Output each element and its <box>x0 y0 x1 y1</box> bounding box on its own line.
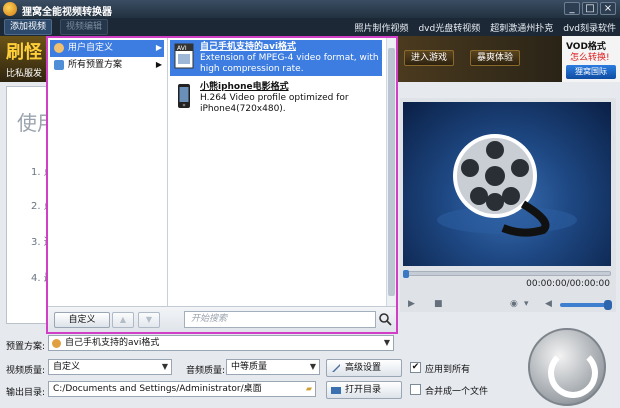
preset-item-iphone[interactable]: 小熊iphone电影格式 H.264 Video profile optimiz… <box>170 80 382 114</box>
video-preview-panel: 00:00:00/00:00:00 ▶ ■ ◉ ▾ ◀ <box>400 98 616 312</box>
user-icon <box>54 43 64 53</box>
convert-button[interactable] <box>528 328 606 406</box>
chevron-right-icon: ▶ <box>155 60 162 69</box>
preset-category-list: 用户自定义 ▶ 所有预置方案 ▶ <box>48 38 168 306</box>
vod-subtitle: 怎么转换! <box>570 53 610 63</box>
merge-files-checkbox[interactable] <box>410 384 421 395</box>
preset-list-scrollbar[interactable] <box>386 38 396 306</box>
video-quality-value: 自定义 <box>53 362 81 372</box>
audio-quality-label: 音频质量: <box>186 366 226 376</box>
chevron-right-icon: ▶ <box>155 43 162 52</box>
play-button[interactable]: ▶ <box>408 299 415 309</box>
top-links: 照片制作视频 dvd光盘转视频 超刺激通州扑克 dvd刻录软件 <box>354 21 616 34</box>
video-time: 00:00:00/00:00:00 <box>526 279 610 289</box>
video-progress-bar[interactable] <box>403 270 611 278</box>
open-directory-button[interactable]: 打开目录 <box>326 381 402 399</box>
volume-slider[interactable] <box>560 300 612 310</box>
minimize-button[interactable]: _ <box>564 2 580 15</box>
preset-name: 自己手机支持的avi格式 <box>200 42 297 52</box>
video-preview-screen <box>403 102 611 266</box>
vod-ad[interactable]: VOD格式 怎么转换! 狸窝国际 <box>562 36 620 82</box>
preset-select-value: 自己手机支持的avi格式 <box>65 338 160 348</box>
enter-game-button[interactable]: 进入游戏 <box>404 50 454 66</box>
video-progress-knob[interactable] <box>403 270 409 278</box>
category-label: 用户自定义 <box>68 43 114 53</box>
open-directory-label: 打开目录 <box>345 385 382 395</box>
stop-button[interactable]: ■ <box>434 299 443 309</box>
menu-bar: 添加视频 视频编辑 照片制作视频 dvd光盘转视频 超刺激通州扑克 dvd刻录软… <box>0 18 620 36</box>
preset-label: 预置方案: <box>6 342 46 352</box>
video-quality-select[interactable]: 自定义 ▼ <box>48 359 172 375</box>
window-controls: _ □ × <box>564 2 616 15</box>
category-all-presets[interactable]: 所有预置方案 ▶ <box>50 57 164 74</box>
output-dir-value: C:/Documents and Settings/Administrator/… <box>53 384 262 394</box>
svg-text:AVI: AVI <box>177 45 187 52</box>
preset-search-input[interactable]: 开始搜索 <box>184 311 376 328</box>
chevron-down-icon: ▼ <box>309 362 316 371</box>
banner-slogan: 比私服发 <box>6 69 43 79</box>
apply-all-label: 应用到所有 <box>425 365 471 375</box>
category-label: 所有预置方案 <box>68 60 123 70</box>
preset-item-avi[interactable]: AVI 自己手机支持的avi格式 Extension of MPEG-4 vid… <box>170 40 382 76</box>
apply-all-checkbox[interactable]: ✔ <box>410 362 421 373</box>
film-reel-icon <box>437 134 577 237</box>
volume-icon[interactable]: ◀ <box>545 299 552 309</box>
merge-files-label: 合并成一个文件 <box>425 387 489 397</box>
output-dir-field[interactable]: C:/Documents and Settings/Administrator/… <box>48 381 316 397</box>
add-video-button[interactable]: 添加视频 <box>4 19 53 35</box>
maximize-button[interactable]: □ <box>582 2 598 15</box>
custom-preset-button[interactable]: 自定义 <box>54 312 110 328</box>
move-down-button[interactable]: ▼ <box>138 312 160 328</box>
banner-logo-text: 刷怪 <box>6 42 42 63</box>
preset-description: H.264 Video profile optimized for iPhone… <box>200 93 349 114</box>
video-edit-tab[interactable]: 视频编辑 <box>60 19 109 35</box>
app-logo-icon <box>3 2 17 16</box>
link-photo-video[interactable]: 照片制作视频 <box>354 21 408 34</box>
chevron-down-icon: ▼ <box>161 362 168 371</box>
title-bar: 狸窝全能视频转换器 _ □ × <box>0 0 620 18</box>
settings-icon <box>332 364 340 372</box>
preset-description: Extension of MPEG-4 video format, with h… <box>200 53 379 74</box>
snapshot-menu-icon[interactable]: ▾ <box>524 299 529 309</box>
preset-dropdown: 用户自定义 ▶ 所有预置方案 ▶ AVI 自己手机支持的avi格式 Extens… <box>46 36 398 334</box>
user-preset-icon <box>52 339 61 348</box>
folder-icon[interactable]: ▰ <box>306 382 312 396</box>
dropdown-footer: 自定义 ▲ ▼ 开始搜索 <box>48 306 396 332</box>
move-up-button[interactable]: ▲ <box>112 312 134 328</box>
preset-list: AVI 自己手机支持的avi格式 Extension of MPEG-4 vid… <box>168 38 396 306</box>
advanced-settings-label: 高级设置 <box>345 363 382 373</box>
search-icon[interactable] <box>378 312 392 326</box>
banner-game-logo[interactable]: 刷怪 比私服发 <box>0 36 50 82</box>
volume-knob[interactable] <box>604 300 612 310</box>
video-quality-label: 视频质量: <box>6 366 46 376</box>
snapshot-icon[interactable]: ◉ <box>510 299 518 309</box>
preset-name: 小熊iphone电影格式 <box>200 82 289 92</box>
preset-select[interactable]: 自己手机支持的avi格式 ▼ <box>48 335 394 351</box>
advanced-settings-button[interactable]: 高级设置 <box>326 359 402 377</box>
banner-game-area: 进入游戏 暴爽体验 <box>398 36 560 82</box>
link-poker[interactable]: 超刺激通州扑克 <box>490 21 553 34</box>
avi-file-icon: AVI <box>174 43 194 69</box>
output-dir-label: 输出目录: <box>6 388 46 398</box>
chevron-down-icon: ▼ <box>383 338 390 347</box>
link-dvd-burn[interactable]: dvd刻录软件 <box>563 21 616 34</box>
iphone-icon <box>178 84 190 108</box>
link-dvd-to-video[interactable]: dvd光盘转视频 <box>418 21 480 34</box>
scrollbar-thumb[interactable] <box>388 48 395 296</box>
window-title: 狸窝全能视频转换器 <box>22 7 112 18</box>
audio-quality-value: 中等质量 <box>231 362 268 372</box>
audio-quality-select[interactable]: 中等质量 ▼ <box>226 359 320 375</box>
fast-play-button[interactable]: 暴爽体验 <box>470 50 520 66</box>
vod-link-button[interactable]: 狸窝国际 <box>566 65 616 79</box>
folder-open-icon <box>331 387 341 394</box>
category-user-custom[interactable]: 用户自定义 ▶ <box>50 40 164 57</box>
presets-icon <box>54 60 64 70</box>
close-button[interactable]: × <box>600 2 616 15</box>
